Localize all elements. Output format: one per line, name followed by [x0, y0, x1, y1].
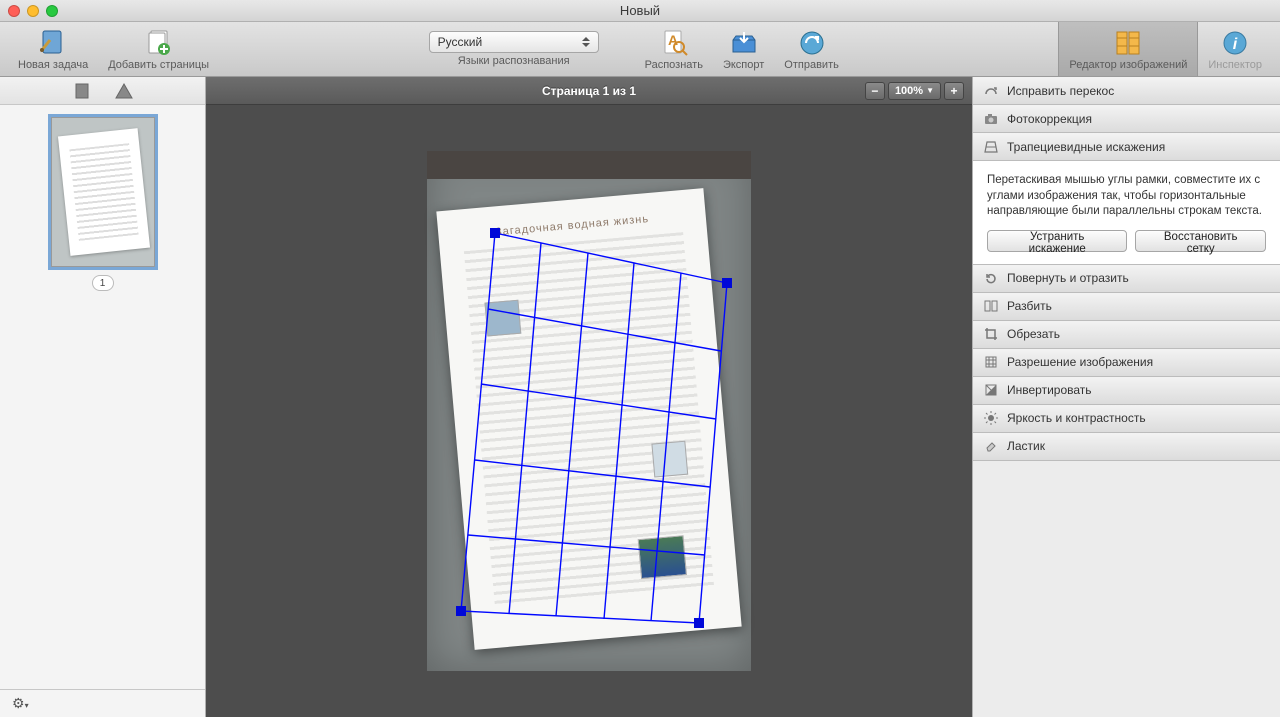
photo-correction-section[interactable]: Фотокоррекция: [973, 105, 1280, 133]
page-thumbnail[interactable]: [51, 117, 155, 267]
resolution-label: Разрешение изображения: [1007, 355, 1153, 369]
deskew-icon: [983, 83, 999, 99]
svg-text:i: i: [1233, 36, 1238, 53]
window-minimize-button[interactable]: [27, 5, 39, 17]
photo-correction-label: Фотокоррекция: [1007, 112, 1092, 126]
language-select[interactable]: Русский: [429, 31, 599, 53]
zoom-in-button[interactable]: +: [944, 82, 964, 100]
window-close-button[interactable]: [8, 5, 20, 17]
crop-section[interactable]: Обрезать: [973, 321, 1280, 349]
new-task-icon: [37, 27, 69, 59]
inspector-tab[interactable]: i Инспектор: [1198, 22, 1272, 76]
brightness-contrast-section[interactable]: Яркость и контрастность: [973, 405, 1280, 433]
pages-view-icon[interactable]: [73, 82, 91, 100]
trapezoid-section[interactable]: Трапециевидные искажения: [973, 133, 1280, 161]
split-section[interactable]: Разбить: [973, 293, 1280, 321]
add-pages-label: Добавить страницы: [108, 59, 209, 71]
image-editor-tab[interactable]: Редактор изображений: [1058, 22, 1198, 76]
language-selected: Русский: [438, 35, 483, 49]
invert-label: Инвертировать: [1007, 383, 1092, 397]
split-label: Разбить: [1007, 299, 1052, 313]
deskew-label: Исправить перекос: [1007, 84, 1114, 98]
fix-distortion-button[interactable]: Устранить искажение: [987, 230, 1127, 252]
rotate-flip-section[interactable]: Повернуть и отразить: [973, 265, 1280, 293]
zoom-out-button[interactable]: −: [865, 82, 885, 100]
pages-sidebar: 1 ⚙▾: [0, 77, 206, 717]
settings-gear-icon[interactable]: ⚙▾: [12, 695, 29, 712]
export-button[interactable]: Экспорт: [713, 22, 774, 76]
add-pages-button[interactable]: Добавить страницы: [98, 22, 219, 76]
recognize-icon: A: [658, 27, 690, 59]
trapezoid-content: Перетаскивая мышью углы рамки, совместит…: [973, 161, 1280, 265]
page-indicator: Страница 1 из 1: [542, 84, 636, 98]
recognize-button[interactable]: A Распознать: [635, 22, 713, 76]
new-task-label: Новая задача: [18, 59, 88, 71]
new-task-button[interactable]: Новая задача: [8, 22, 98, 76]
eraser-label: Ластик: [1007, 439, 1045, 453]
rotate-icon: [983, 270, 999, 286]
trapezoid-help-text: Перетаскивая мышью углы рамки, совместит…: [987, 173, 1266, 220]
crop-icon: [983, 326, 999, 342]
deskew-section[interactable]: Исправить перекос: [973, 77, 1280, 105]
inspector-icon: i: [1219, 27, 1251, 59]
rotate-flip-label: Повернуть и отразить: [1007, 271, 1129, 285]
window-title: Новый: [620, 3, 660, 18]
split-icon: [983, 298, 999, 314]
window-zoom-button[interactable]: [46, 5, 58, 17]
invert-section[interactable]: Инвертировать: [973, 377, 1280, 405]
crop-label: Обрезать: [1007, 327, 1060, 341]
resolution-section[interactable]: Разрешение изображения: [973, 349, 1280, 377]
trapezoid-icon: [983, 139, 999, 155]
brightness-contrast-label: Яркость и контрастность: [1007, 411, 1146, 425]
eraser-icon: [983, 438, 999, 454]
add-pages-icon: [143, 27, 175, 59]
titlebar: Новый: [0, 0, 1280, 22]
export-icon: [728, 27, 760, 59]
send-label: Отправить: [784, 59, 839, 71]
language-caption: Языки распознавания: [458, 55, 570, 67]
image-editor-label: Редактор изображений: [1069, 59, 1187, 71]
eraser-section[interactable]: Ластик: [973, 433, 1280, 461]
image-editor-icon: [1112, 27, 1144, 59]
reset-grid-button[interactable]: Восстановить сетку: [1135, 230, 1266, 252]
canvas-area: Страница 1 из 1 − 100%▼ + Загадочная вод…: [206, 77, 972, 717]
svg-text:A: A: [668, 32, 678, 48]
inspector-label: Инспектор: [1208, 59, 1262, 71]
invert-icon: [983, 382, 999, 398]
tools-panel: Исправить перекос Фотокоррекция Трапецие…: [972, 77, 1280, 717]
brightness-icon: [983, 410, 999, 426]
send-button[interactable]: Отправить: [774, 22, 849, 76]
zoom-level[interactable]: 100%▼: [888, 82, 941, 100]
export-label: Экспорт: [723, 59, 764, 71]
warnings-icon[interactable]: [115, 82, 133, 100]
send-icon: [796, 27, 828, 59]
main-toolbar: Новая задача Добавить страницы Русский Я…: [0, 22, 1280, 77]
trapezoid-label: Трапециевидные искажения: [1007, 140, 1165, 154]
document-image[interactable]: Загадочная водная жизнь: [427, 151, 751, 671]
camera-icon: [983, 111, 999, 127]
page-thumbnail-number: 1: [92, 275, 114, 291]
resolution-icon: [983, 354, 999, 370]
recognize-label: Распознать: [645, 59, 703, 71]
